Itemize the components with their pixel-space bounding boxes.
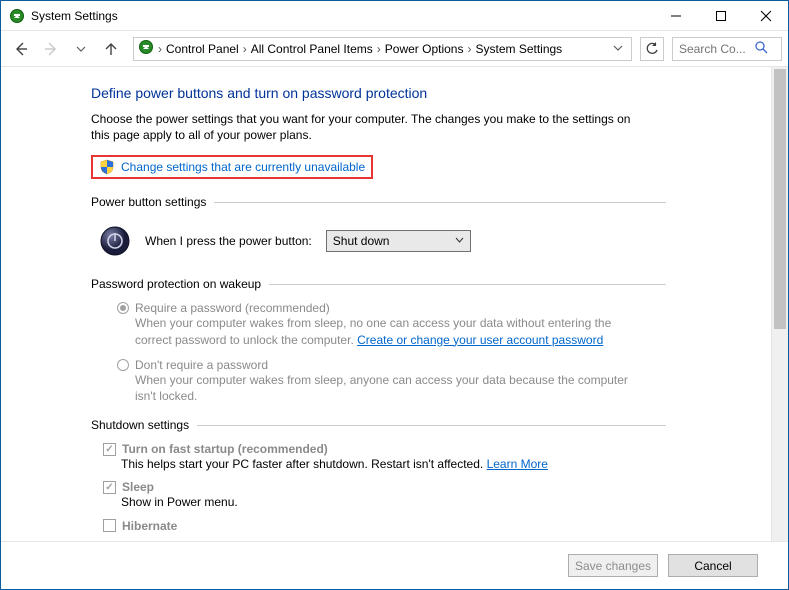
minimize-button[interactable] [653,1,698,30]
footer: Save changes Cancel [1,541,788,589]
chevron-right-icon[interactable]: › [243,42,247,56]
back-button[interactable] [7,35,35,63]
chevron-right-icon[interactable]: › [377,42,381,56]
maximize-button[interactable] [698,1,743,30]
checkbox-label: Turn on fast startup (recommended) [122,442,328,456]
search-box[interactable] [672,37,782,61]
checkbox-description: This helps start your PC faster after sh… [121,457,487,471]
checkbox-icon[interactable] [103,519,116,532]
forward-button[interactable] [37,35,65,63]
checkbox-sleep: ✓ Sleep Show in Power menu. [91,480,651,510]
section-title: Shutdown settings [91,418,189,432]
checkbox-fast-startup: ✓ Turn on fast startup (recommended) Thi… [91,442,651,472]
power-button-icon [99,225,131,257]
save-changes-button[interactable]: Save changes [568,554,658,577]
content-area: Define power buttons and turn on passwor… [1,67,788,541]
breadcrumb-item[interactable]: Control Panel [166,42,239,56]
scrollbar-thumb[interactable] [774,69,786,329]
section-shutdown-settings: Shutdown settings ✓ Turn on fast startup… [91,418,666,532]
radio-icon[interactable] [117,359,129,371]
close-button[interactable] [743,1,788,30]
vertical-scrollbar[interactable] [771,67,788,541]
section-password-protection: Password protection on wakeup Require a … [91,277,666,404]
window: System Settings › Control Panel › All Co… [0,0,789,590]
learn-more-link[interactable]: Learn More [487,457,548,471]
option-no-password: Don't require a password When your compu… [91,358,651,404]
navbar: › Control Panel › All Control Panel Item… [1,31,788,67]
checkbox-icon[interactable]: ✓ [103,443,116,456]
power-button-action-dropdown[interactable]: Shut down [326,230,471,252]
power-options-breadcrumb-icon [138,39,154,58]
chevron-down-icon[interactable] [609,42,627,56]
refresh-button[interactable] [640,37,664,61]
cancel-button[interactable]: Cancel [668,554,758,577]
radio-icon[interactable] [117,302,129,314]
breadcrumb[interactable]: › Control Panel › All Control Panel Item… [133,37,632,61]
divider [269,284,666,285]
option-label: Don't require a password [135,358,268,372]
change-settings-link[interactable]: Change settings that are currently unava… [121,160,365,174]
window-title: System Settings [31,9,653,23]
dropdown-value: Shut down [333,234,390,248]
section-title: Power button settings [91,195,206,209]
section-title: Password protection on wakeup [91,277,261,291]
up-button[interactable] [97,35,125,63]
breadcrumb-item[interactable]: Power Options [385,42,464,56]
divider [197,425,666,426]
chevron-down-icon [455,234,464,248]
page-title: Define power buttons and turn on passwor… [91,85,755,101]
checkbox-description: Show in Power menu. [121,495,238,509]
uac-shield-icon [99,159,115,175]
checkbox-label: Hibernate [122,519,177,533]
checkbox-icon[interactable]: ✓ [103,481,116,494]
change-settings-highlight: Change settings that are currently unava… [91,155,373,179]
titlebar: System Settings [1,1,788,31]
search-input[interactable] [677,41,755,57]
checkbox-hibernate: Hibernate [91,519,651,533]
power-button-label: When I press the power button: [145,234,312,248]
create-password-link[interactable]: Create or change your user account passw… [357,333,603,347]
recent-dropdown[interactable] [67,35,95,63]
section-power-button: Power button settings When I press the p… [91,195,666,263]
chevron-right-icon[interactable]: › [158,42,162,56]
window-buttons [653,1,788,30]
power-options-app-icon [9,8,25,24]
breadcrumb-item[interactable]: All Control Panel Items [251,42,373,56]
option-label: Require a password (recommended) [135,301,330,315]
content: Define power buttons and turn on passwor… [1,67,771,541]
checkbox-label: Sleep [122,480,154,494]
breadcrumb-item[interactable]: System Settings [475,42,562,56]
search-icon[interactable] [755,41,768,57]
divider [214,202,666,203]
option-require-password: Require a password (recommended) When yo… [91,301,651,347]
chevron-right-icon[interactable]: › [467,42,471,56]
page-subtext: Choose the power settings that you want … [91,111,651,143]
option-description: When your computer wakes from sleep, any… [135,373,628,403]
